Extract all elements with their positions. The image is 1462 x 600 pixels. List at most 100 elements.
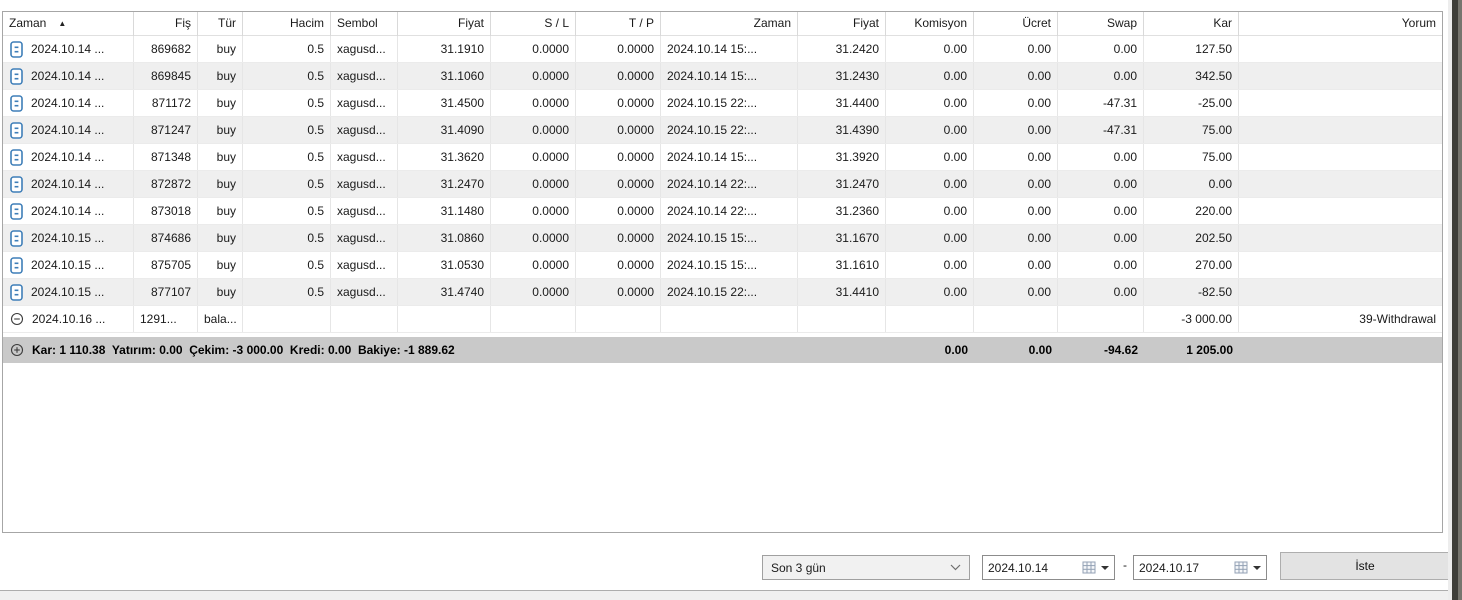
- cell-swap: [1058, 306, 1144, 332]
- calendar-dropdown-caret-icon[interactable]: [1101, 565, 1109, 570]
- cell-price: 31.4090: [398, 117, 491, 143]
- cell-deal: 869682: [134, 36, 198, 62]
- date-from-field[interactable]: 2024.10.14: [982, 555, 1115, 580]
- chevron-down-icon: [950, 564, 961, 571]
- table-body: 2024.10.14 ... 869682 buy 0.5 xagusd... 31.19…: [3, 36, 1442, 333]
- cell-fee: 0.00: [974, 63, 1058, 89]
- cell-time-text: 2024.10.14 ...: [31, 177, 105, 191]
- date-to-field[interactable]: 2024.10.17: [1133, 555, 1267, 580]
- column-header-comment[interactable]: Yorum: [1239, 12, 1442, 36]
- table-row[interactable]: 2024.10.14 ... 869845 buy 0.5 xagusd... 31.10…: [3, 63, 1442, 90]
- column-header-sl[interactable]: S / L: [491, 12, 576, 36]
- column-header-label: Fiyat: [852, 16, 879, 30]
- column-header-fee[interactable]: Ücret: [974, 12, 1058, 36]
- summary-fee: 0.00: [1028, 343, 1052, 357]
- cell-time-text: 2024.10.15 ...: [31, 258, 105, 272]
- column-header-close_time[interactable]: Zaman: [661, 12, 798, 36]
- cell-price: 31.1480: [398, 198, 491, 224]
- cell-deal: 872872: [134, 171, 198, 197]
- cell-swap: 0.00: [1058, 198, 1144, 224]
- cell-tp: 0.0000: [576, 90, 661, 116]
- column-header-close_price[interactable]: Fiyat: [798, 12, 886, 36]
- column-header-commission[interactable]: Komisyon: [886, 12, 974, 36]
- cell-deal: 874686: [134, 225, 198, 251]
- cell-commission: 0.00: [886, 252, 974, 278]
- cell-comment: [1239, 279, 1442, 305]
- cell-profit: 270.00: [1144, 252, 1239, 278]
- cell-close_price: 31.4400: [798, 90, 886, 116]
- table-row[interactable]: 2024.10.14 ... 869682 buy 0.5 xagusd... 31.19…: [3, 36, 1442, 63]
- column-header-label: S / L: [544, 16, 569, 30]
- cell-symbol: [331, 306, 398, 332]
- cell-profit: 127.50: [1144, 36, 1239, 62]
- calendar-icon[interactable]: [1082, 561, 1096, 574]
- cell-comment: [1239, 252, 1442, 278]
- request-button[interactable]: İste: [1280, 552, 1450, 580]
- cell-type: buy: [198, 279, 243, 305]
- cell-tp: 0.0000: [576, 63, 661, 89]
- cell-close_price: [798, 306, 886, 332]
- calendar-icon[interactable]: [1234, 561, 1248, 574]
- cell-close_time: 2024.10.14 22:...: [661, 198, 798, 224]
- cell-time: 2024.10.14 ...: [3, 36, 134, 62]
- summary-swap: -94.62: [1103, 343, 1138, 357]
- table-row[interactable]: 2024.10.14 ... 873018 buy 0.5 xagusd... 31.14…: [3, 198, 1442, 225]
- cell-price: 31.3620: [398, 144, 491, 170]
- cell-swap: 0.00: [1058, 36, 1144, 62]
- cell-close_price: 31.1610: [798, 252, 886, 278]
- column-header-label: Swap: [1106, 16, 1137, 30]
- window-edge: [1458, 0, 1462, 600]
- column-header-tp[interactable]: T / P: [576, 12, 661, 36]
- cell-volume: 0.5: [243, 36, 331, 62]
- cell-fee: 0.00: [974, 198, 1058, 224]
- cell-close_price: 31.3920: [798, 144, 886, 170]
- cell-commission: 0.00: [886, 90, 974, 116]
- cell-deal: 869845: [134, 63, 198, 89]
- cell-sl: [491, 306, 576, 332]
- period-select[interactable]: Son 3 gün: [762, 555, 970, 580]
- column-header-symbol[interactable]: Sembol: [331, 12, 398, 36]
- cell-close_price: 31.2360: [798, 198, 886, 224]
- table-row[interactable]: 2024.10.15 ... 877107 buy 0.5 xagusd... 31.47…: [3, 279, 1442, 306]
- column-header-profit[interactable]: Kar: [1144, 12, 1239, 36]
- cell-commission: 0.00: [886, 36, 974, 62]
- cell-tp: [576, 306, 661, 332]
- table-row[interactable]: 2024.10.14 ... 871247 buy 0.5 xagusd... 31.40…: [3, 117, 1442, 144]
- cell-close_time: 2024.10.15 22:...: [661, 279, 798, 305]
- receipt-icon: [10, 40, 23, 58]
- column-header-price[interactable]: Fiyat: [398, 12, 491, 36]
- cell-symbol: xagusd...: [331, 63, 398, 89]
- cell-time-text: 2024.10.14 ...: [31, 204, 105, 218]
- receipt-icon: [10, 175, 23, 193]
- table-row[interactable]: 2024.10.15 ... 874686 buy 0.5 xagusd... 31.08…: [3, 225, 1442, 252]
- cell-close_time: 2024.10.15 15:...: [661, 252, 798, 278]
- cell-sl: 0.0000: [491, 198, 576, 224]
- status-strip: [0, 590, 1452, 600]
- table-row[interactable]: 2024.10.14 ... 871348 buy 0.5 xagusd... 31.36…: [3, 144, 1442, 171]
- calendar-dropdown-caret-icon[interactable]: [1253, 565, 1261, 570]
- column-header-label: Fiyat: [457, 16, 484, 30]
- cell-tp: 0.0000: [576, 252, 661, 278]
- receipt-icon: [10, 94, 23, 112]
- cell-fee: 0.00: [974, 252, 1058, 278]
- table-row[interactable]: 2024.10.14 ... 872872 buy 0.5 xagusd... 31.24…: [3, 171, 1442, 198]
- column-header-deal[interactable]: Fiş: [134, 12, 198, 36]
- table-row[interactable]: 2024.10.14 ... 871172 buy 0.5 xagusd... 31.45…: [3, 90, 1442, 117]
- cell-sl: 0.0000: [491, 117, 576, 143]
- cell-profit: -25.00: [1144, 90, 1239, 116]
- cell-sl: 0.0000: [491, 225, 576, 251]
- cell-time-text: 2024.10.14 ...: [31, 69, 105, 83]
- cell-time-text: 2024.10.15 ...: [31, 285, 105, 299]
- table-row[interactable]: 2024.10.15 ... 875705 buy 0.5 xagusd... 31.05…: [3, 252, 1442, 279]
- receipt-icon: [10, 202, 23, 220]
- column-header-swap[interactable]: Swap: [1058, 12, 1144, 36]
- column-header-volume[interactable]: Hacim: [243, 12, 331, 36]
- balance-row[interactable]: 2024.10.16 ... 1291... bala... -3 000.00 39-…: [3, 306, 1442, 333]
- cell-close_time: [661, 306, 798, 332]
- cell-time-text: 2024.10.14 ...: [31, 42, 105, 56]
- cell-type: buy: [198, 198, 243, 224]
- column-header-time[interactable]: Zaman ▲: [3, 12, 134, 36]
- column-header-type[interactable]: Tür: [198, 12, 243, 36]
- cell-volume: [243, 306, 331, 332]
- cell-fee: 0.00: [974, 279, 1058, 305]
